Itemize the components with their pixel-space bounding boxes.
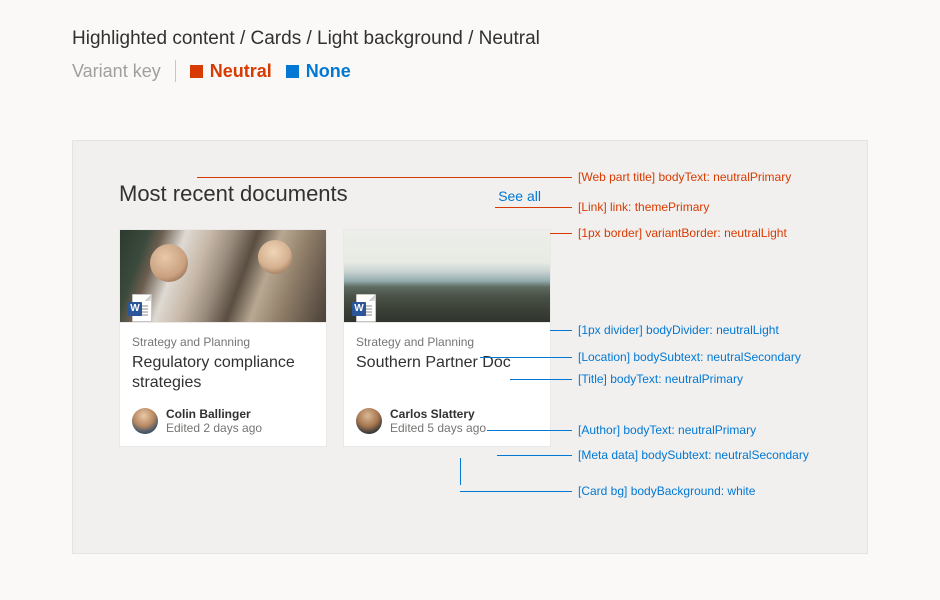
card-meta: Edited 5 days ago <box>390 421 486 435</box>
variant-none: None <box>286 61 351 82</box>
swatch-none-icon <box>286 65 299 78</box>
variant-neutral: Neutral <box>190 61 272 82</box>
variant-neutral-label: Neutral <box>210 61 272 82</box>
card-author: Colin Ballinger <box>166 407 262 421</box>
anno-webpart-title: [Web part title] bodyText: neutralPrimar… <box>197 170 791 184</box>
anno-title: [Title] bodyText: neutralPrimary <box>510 372 743 386</box>
avatar <box>132 408 158 434</box>
card-location: Strategy and Planning <box>356 335 538 349</box>
anno-meta: [Meta data] bodySubtext: neutralSecondar… <box>497 448 809 462</box>
card-author: Carlos Slattery <box>390 407 486 421</box>
document-card[interactable]: W Strategy and Planning Regulatory compl… <box>119 229 327 447</box>
anno-author: [Author] bodyText: neutralPrimary <box>487 423 756 437</box>
anno-cardbg: [Card bg] bodyBackground: white <box>460 484 755 498</box>
variant-key-divider <box>175 60 176 82</box>
document-card[interactable]: W Strategy and Planning Southern Partner… <box>343 229 551 447</box>
variant-none-label: None <box>306 61 351 82</box>
webpart-title: Most recent documents <box>119 181 348 207</box>
anno-divider: [1px divider] bodyDivider: neutralLight <box>550 323 779 337</box>
breadcrumb: Highlighted content / Cards / Light back… <box>72 28 868 50</box>
card-title: Regulatory compliance strategies <box>132 353 314 393</box>
anno-border: [1px border] variantBorder: neutralLight <box>550 226 787 240</box>
word-doc-icon: W <box>128 294 154 322</box>
anno-link: [Link] link: themePrimary <box>495 200 709 214</box>
word-doc-icon: W <box>352 294 378 322</box>
variant-key-label: Variant key <box>72 61 161 82</box>
avatar <box>356 408 382 434</box>
anno-cardbg-vline <box>460 458 461 485</box>
card-meta: Edited 2 days ago <box>166 421 262 435</box>
card-thumbnail: W <box>120 230 326 322</box>
card-thumbnail: W <box>344 230 550 322</box>
card-location: Strategy and Planning <box>132 335 314 349</box>
swatch-neutral-icon <box>190 65 203 78</box>
variant-key-row: Variant key Neutral None <box>72 60 868 82</box>
anno-location: [Location] bodySubtext: neutralSecondary <box>480 350 801 364</box>
